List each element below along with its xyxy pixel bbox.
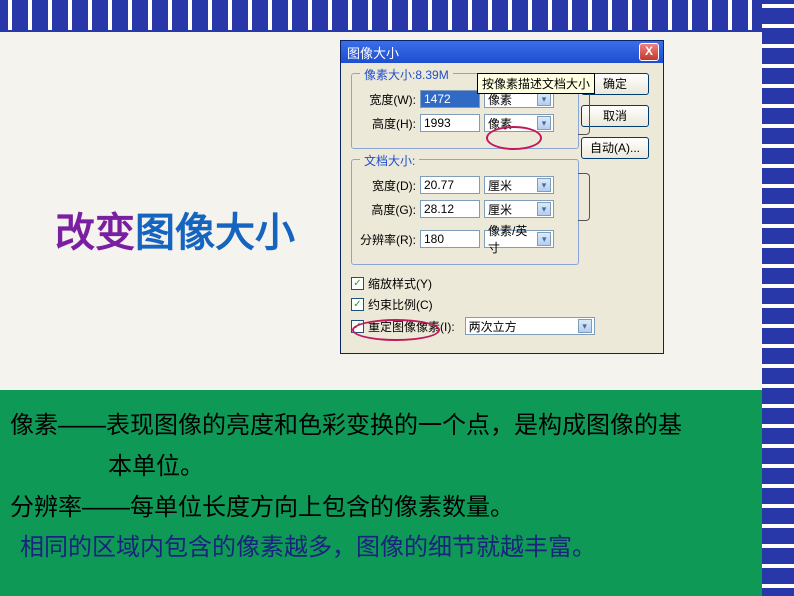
pixel-height-unit-select[interactable]: 像素 ▾ [484,114,554,132]
link-bracket-icon [578,87,590,135]
doc-height-input[interactable]: 28.12 [420,200,480,218]
resample-label: 重定图像像素(I): [368,318,455,335]
document-size-fieldset: 文档大小: 宽度(D): 20.77 厘米 ▾ 高度(G): [351,159,579,265]
dialog-titlebar[interactable]: 图像大小 X [341,41,663,63]
doc-width-label: 宽度(D): [360,177,416,194]
pixel-legend: 像素大小:8.39M [360,66,453,83]
scale-styles-checkbox-row[interactable]: ✓ 缩放样式(Y) [351,275,653,292]
close-button[interactable]: X [639,43,659,61]
resolution-unit-select[interactable]: 像素/英寸 ▾ [484,230,554,248]
resample-method-select[interactable]: 两次立方 ▾ [465,317,595,335]
explanation-line3: 相同的区域内包含的像素越多，图像的细节就越丰富。 [10,528,752,569]
chevron-down-icon: ▾ [537,202,551,216]
width-label: 宽度(W): [360,91,416,108]
pixel-height-unit: 像素 [488,115,512,132]
doc-width-unit-select[interactable]: 厘米 ▾ [484,176,554,194]
res-label: 分辨率(R): [360,231,416,248]
doc-width-unit: 厘米 [488,177,512,194]
height-label: 高度(H): [360,115,416,132]
tooltip: 按像素描述文档大小 [477,73,595,94]
chevron-down-icon: ▾ [537,178,551,192]
resample-checkbox-row[interactable]: ✓ 重定图像像素(I): 两次立方 ▾ [351,317,653,335]
res-unit: 像素/英寸 [488,222,537,256]
doc-height-label: 高度(G): [360,201,416,218]
decorative-border-right [762,0,794,596]
constrain-checkbox-row[interactable]: ✓ 约束比例(C) [351,296,653,313]
explanation-line1b: 本单位。 [10,447,752,488]
pixel-width-input[interactable]: 1472 [420,90,480,108]
dialog-body: 确定 取消 自动(A)... 像素大小:8.39M 宽度(W): 1472 像素… [341,63,663,353]
chevron-down-icon: ▾ [578,319,592,333]
explanation-panel: 像素——表现图像的亮度和色彩变换的一个点，是构成图像的基 本单位。 分辨率——每… [0,390,762,596]
explanation-line1a: 像素——表现图像的亮度和色彩变换的一个点，是构成图像的基 [10,406,752,447]
doc-height-unit: 厘米 [488,201,512,218]
checkbox-checked-icon: ✓ [351,277,364,290]
chevron-down-icon: ▾ [537,92,551,106]
cancel-button[interactable]: 取消 [581,105,649,127]
doc-legend: 文档大小: [360,152,419,169]
resolution-input[interactable]: 180 [420,230,480,248]
title-part1: 改变 [55,211,135,255]
doc-height-unit-select[interactable]: 厘米 ▾ [484,200,554,218]
slide-title: 改变图像大小 [55,200,295,258]
doc-width-input[interactable]: 20.77 [420,176,480,194]
pixel-height-input[interactable]: 1993 [420,114,480,132]
chevron-down-icon: ▾ [537,116,551,130]
checkbox-checked-icon: ✓ [351,298,364,311]
image-size-dialog: 图像大小 X 确定 取消 自动(A)... 像素大小:8.39M 宽度(W): … [340,40,664,354]
title-part2: 图像大小 [135,211,295,255]
decorative-border-top [0,0,794,32]
constrain-label: 约束比例(C) [368,296,433,313]
explanation-line2: 分辨率——每单位长度方向上包含的像素数量。 [10,488,752,529]
pixel-width-unit-select[interactable]: 像素 ▾ 按像素描述文档大小 [484,90,554,108]
pixel-dimensions-fieldset: 像素大小:8.39M 宽度(W): 1472 像素 ▾ 按像素描述文档大小 [351,73,579,149]
auto-button[interactable]: 自动(A)... [581,137,649,159]
chevron-down-icon: ▾ [537,232,551,246]
resample-method: 两次立方 [469,318,517,335]
link-bracket-icon [578,173,590,221]
checkbox-checked-icon: ✓ [351,320,364,333]
dialog-title: 图像大小 [345,43,639,62]
scale-styles-label: 缩放样式(Y) [368,275,432,292]
